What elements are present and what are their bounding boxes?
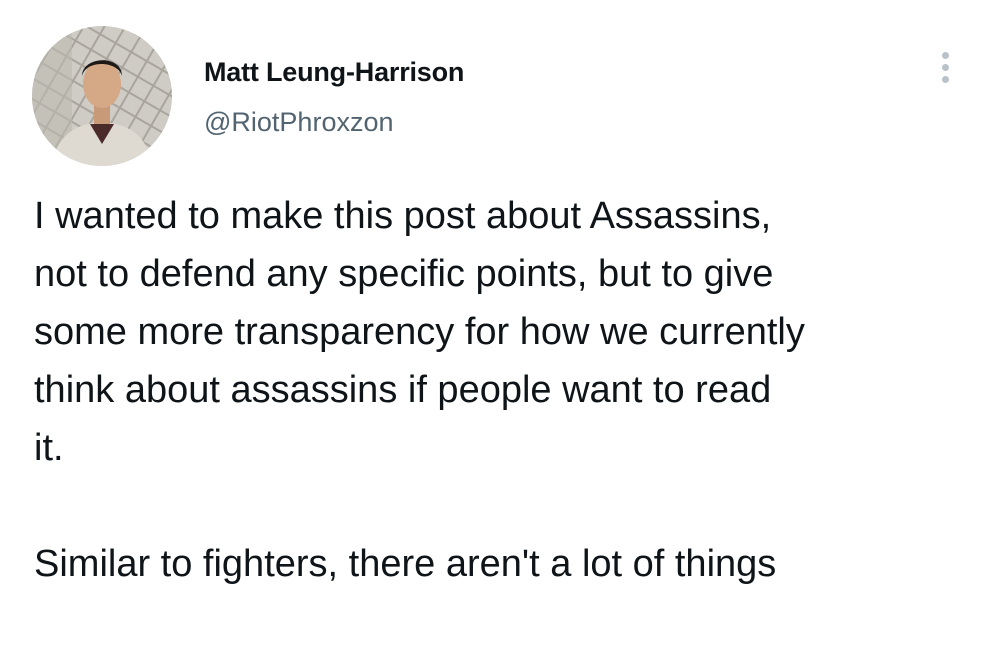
tweet-card: Matt Leung-Harrison @RiotPhroxzon I want… [0,0,1000,585]
more-vertical-icon [942,52,949,59]
tweet-paragraph: Similar to fighters, there aren't a lot … [34,543,777,585]
more-options-button[interactable] [932,48,960,88]
author-display-name[interactable]: Matt Leung-Harrison [204,57,464,88]
more-vertical-icon-dot [942,64,949,71]
avatar[interactable] [32,26,172,166]
more-vertical-icon-dot [942,76,949,83]
tweet-text: I wanted to make this post about Assassi… [34,187,984,651]
tweet-paragraph: I wanted to make this post about Assassi… [34,195,805,469]
avatar-photo [32,26,172,166]
author-handle[interactable]: @RiotPhroxzon [204,107,394,138]
